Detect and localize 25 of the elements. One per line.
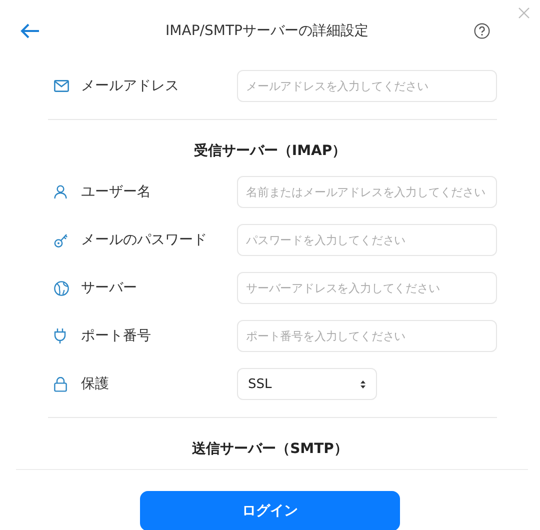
- login-button[interactable]: ログイン: [140, 491, 400, 530]
- sort-caret-icon: [360, 380, 366, 388]
- section-heading: 送信サーバー（SMTP）: [192, 441, 348, 457]
- field-label: サーバー: [81, 279, 138, 297]
- key-icon: [54, 232, 68, 248]
- input-field[interactable]: パスワードを入力してください: [237, 224, 497, 256]
- field-label: ユーザー名: [81, 183, 152, 201]
- section-heading: 受信サーバー（IMAP）: [194, 143, 346, 159]
- field-label: メールのパスワード: [81, 231, 208, 249]
- input-field[interactable]: 名前またはメールアドレスを入力してください: [237, 176, 497, 208]
- input-field[interactable]: メールアドレスを入力してください: [237, 70, 497, 102]
- back-button[interactable]: [20, 23, 40, 39]
- help-button[interactable]: [474, 23, 490, 39]
- globe-icon: [54, 280, 69, 296]
- field-label: ポート番号: [81, 327, 152, 345]
- protection-dropdown[interactable]: SSL: [237, 368, 377, 400]
- input-field[interactable]: ポート番号を入力してください: [237, 320, 497, 352]
- input-field[interactable]: サーバーアドレスを入力してください: [237, 272, 497, 304]
- lock-icon: [54, 376, 67, 392]
- mail-icon: [54, 80, 69, 92]
- field-label: メールアドレス: [81, 77, 180, 95]
- window-title: IMAP/SMTPサーバーの詳細設定: [164, 22, 370, 40]
- user-icon: [54, 185, 67, 199]
- plug-icon: [54, 328, 66, 344]
- field-label: 保護: [81, 375, 110, 393]
